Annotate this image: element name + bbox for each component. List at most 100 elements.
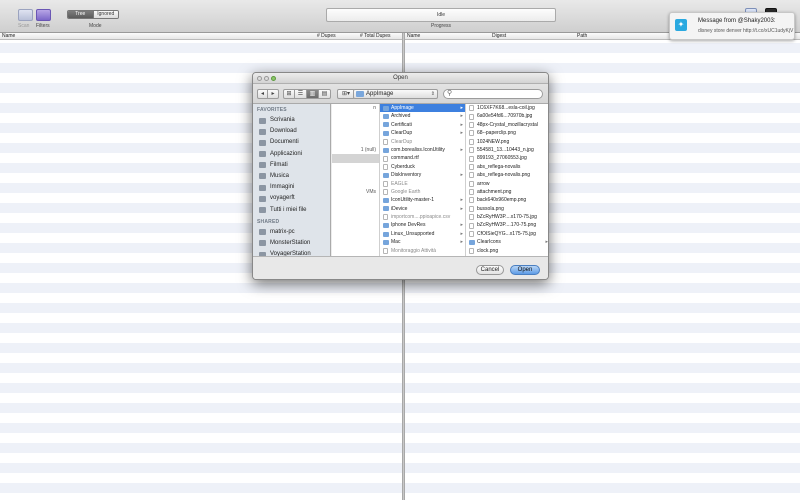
browser-row[interactable]	[332, 221, 379, 229]
shared-item[interactable]: MonsterStation	[253, 238, 330, 249]
browser-row[interactable]: EAGLE	[380, 180, 465, 188]
browser-row[interactable]: 6a00e54fd6...70970b.jpg	[466, 112, 548, 120]
file-icon	[469, 189, 474, 196]
column-total-dupes[interactable]: # Total Dupes	[358, 33, 390, 40]
favorites-item[interactable]: Documenti	[253, 137, 330, 148]
location-popup[interactable]: AppImage ⇕	[353, 89, 438, 99]
browser-row[interactable]: clock.png	[466, 247, 548, 255]
browser-row-label: 68--paperclip.png	[477, 130, 516, 137]
mode-ignored-segment[interactable]: Ignored	[92, 11, 118, 18]
shared-item[interactable]: VoyagerStation	[253, 249, 330, 256]
favorites-item[interactable]: Musica	[253, 171, 330, 182]
favorites-item[interactable]: Tutti i miei file	[253, 205, 330, 216]
browser-row[interactable]: ClearDup	[380, 138, 465, 146]
browser-row[interactable]	[332, 129, 379, 137]
browser-row-label: AppImage	[391, 105, 414, 111]
browser-row[interactable]: Cyberduck	[380, 163, 465, 171]
browser-row[interactable]	[332, 112, 379, 120]
favorites-item-label: Immagini	[270, 184, 295, 191]
browser-row[interactable]: Monitoraggio Attività	[380, 247, 465, 255]
favorites-item[interactable]: voyagerft	[253, 193, 330, 204]
browser-row[interactable]: Mac ▸	[380, 238, 465, 246]
column-view-button[interactable]: ▥	[307, 89, 319, 99]
column-digest[interactable]: Digest	[490, 33, 506, 40]
browser-row[interactable]: CfOISieQYG...x175-75.jpg	[466, 230, 548, 238]
browser-row[interactable]: Archived ▸	[380, 112, 465, 120]
open-dialog: Open ◂ ▸ ⊞ ☰ ▥ ▤ ⊞▾ AppImage ⇕ ⚲ FAVORIT…	[252, 72, 549, 280]
filters-button[interactable]	[36, 9, 51, 21]
search-input[interactable]: ⚲	[443, 89, 543, 99]
browser-row[interactable]: bZcRyHW3P....170-75.png	[466, 221, 548, 229]
browser-row-label: 1C6XF7K68...esla-coil.jpg	[477, 105, 535, 111]
browser-row[interactable]	[332, 213, 379, 221]
folder-icon	[259, 139, 266, 146]
browser-row[interactable]: Certificati ▸	[380, 121, 465, 129]
browser-row[interactable]	[332, 154, 379, 163]
browser-column-3[interactable]: 1C6XF7K68...esla-coil.jpg 6a00e54fd6...70…	[466, 104, 548, 256]
browser-row[interactable]: attachment.png	[466, 188, 548, 196]
browser-row[interactable]: bussola.png	[466, 205, 548, 213]
favorites-item[interactable]: Download	[253, 126, 330, 137]
browser-row[interactable]: ClearDup ▸	[380, 129, 465, 137]
shared-item[interactable]: matrix-pc	[253, 227, 330, 238]
browser-row[interactable]: DiskInventory ▸	[380, 171, 465, 179]
browser-row[interactable]: arrow	[466, 180, 548, 188]
favorites-item[interactable]: Applicazioni	[253, 149, 330, 160]
browser-row[interactable]: back640x960emp.png	[466, 196, 548, 204]
favorites-item[interactable]: Immagini	[253, 182, 330, 193]
browser-row[interactable]: Google Earth	[380, 188, 465, 196]
browser-row[interactable]	[332, 180, 379, 188]
coverflow-view-button[interactable]: ▤	[319, 89, 331, 99]
browser-row[interactable]	[332, 196, 379, 204]
browser-row[interactable]	[332, 205, 379, 213]
browser-row[interactable]: Iphone DevRes ▸	[380, 221, 465, 229]
column-name[interactable]: Name	[405, 33, 420, 40]
browser-row[interactable]	[332, 171, 379, 179]
cancel-button[interactable]: Cancel	[476, 265, 504, 275]
open-button[interactable]: Open	[510, 265, 540, 275]
browser-row[interactable]: 1C6XF7K68...esla-coil.jpg	[466, 104, 548, 112]
browser-row[interactable]: IconUtility-master-1 ▸	[380, 196, 465, 204]
browser-row[interactable]	[332, 238, 379, 246]
browser-column-1[interactable]: n 1 (null) VMs	[332, 104, 380, 256]
notification-banner[interactable]: ✦ Message from @Shaky2003: disney store …	[669, 12, 795, 40]
browser-row[interactable]	[332, 138, 379, 146]
column-path[interactable]: Path	[575, 33, 587, 40]
browser-row[interactable]: abs_reflega-novalis.png	[466, 171, 548, 179]
forward-button[interactable]: ▸	[268, 89, 279, 99]
mode-segmented-control[interactable]: Tree Ignored	[67, 10, 119, 19]
browser-row[interactable]: importcom....ppioapice.csv	[380, 213, 465, 221]
icon-view-button[interactable]: ⊞	[283, 89, 295, 99]
browser-row[interactable]: 48px-Crystal_mozillacrystal	[466, 121, 548, 129]
mode-tree-segment[interactable]: Tree	[68, 11, 93, 18]
back-button[interactable]: ◂	[257, 89, 268, 99]
browser-row[interactable]: 899193_27060553.jpg	[466, 154, 548, 162]
browser-row[interactable]: ClearIcons ▸	[466, 238, 548, 246]
browser-row[interactable]: AppImage ▸	[380, 104, 465, 113]
favorites-item[interactable]: Scrivania	[253, 115, 330, 126]
list-view-button[interactable]: ☰	[295, 89, 307, 99]
browser-row[interactable]: command.rtf	[380, 154, 465, 162]
notification-body: disney store denver http://t.co/xUC1udyK…	[698, 28, 794, 34]
column-name[interactable]: Name	[0, 33, 15, 40]
scan-button[interactable]	[18, 9, 33, 21]
file-icon	[469, 247, 474, 254]
browser-row[interactable]: com.borealiss.IconUtility ▸	[380, 146, 465, 154]
browser-row[interactable]	[332, 230, 379, 238]
browser-column-2[interactable]: AppImage ▸ Archived ▸ Certificati ▸ ClearDup ▸ C…	[380, 104, 466, 256]
favorites-item[interactable]: Filmati	[253, 160, 330, 171]
browser-row[interactable]	[332, 247, 379, 255]
browser-row[interactable]	[332, 121, 379, 129]
browser-row[interactable]: iDevice ▸	[380, 205, 465, 213]
browser-row[interactable]	[332, 163, 379, 171]
column-dupes[interactable]: # Dupes	[315, 33, 336, 40]
browser-row[interactable]: Linux_Unsupported ▸	[380, 230, 465, 238]
browser-row[interactable]: VMs	[332, 188, 379, 196]
browser-row[interactable]: n	[332, 104, 379, 112]
browser-row[interactable]: bZcRyHW3P....x170-75.jpg	[466, 213, 548, 221]
browser-row[interactable]: 68--paperclip.png	[466, 129, 548, 137]
browser-row[interactable]: 1 (null)	[332, 146, 379, 154]
browser-row[interactable]: 554581_13...10443_n.jpg	[466, 146, 548, 154]
browser-row[interactable]: abs_reflega-novalis	[466, 163, 548, 171]
browser-row[interactable]: 1024NEW.png	[466, 138, 548, 146]
